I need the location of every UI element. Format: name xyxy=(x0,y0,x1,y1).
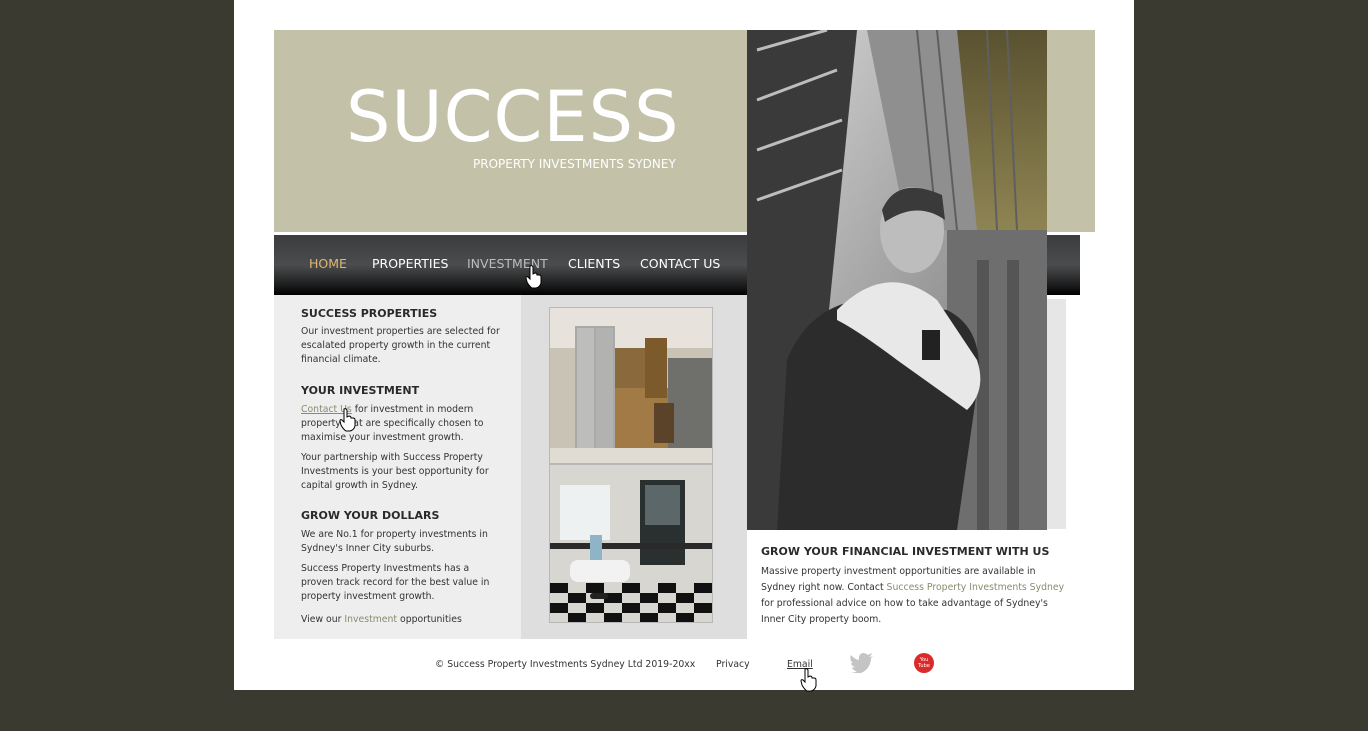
section-text-success-properties: Our investment properties are selected f… xyxy=(301,326,500,365)
privacy-link[interactable]: Privacy xyxy=(716,659,750,670)
section-text-partnership: Your partnership with Success Property I… xyxy=(301,452,489,491)
youtube-icon[interactable]: You Tube xyxy=(914,653,934,673)
kitchen-photo xyxy=(549,307,713,464)
hand-cursor-icon xyxy=(339,408,356,432)
section-title-grow-your-dollars: GROW YOUR DOLLARS xyxy=(301,509,440,522)
hand-cursor-icon xyxy=(525,265,542,289)
copyright-text: © Success Property Investments Sydney Lt… xyxy=(435,659,696,670)
view-prefix: View our xyxy=(301,614,345,625)
nav-home[interactable]: HOME xyxy=(309,256,347,271)
grow-financial-title: GROW YOUR FINANCIAL INVESTMENT WITH US xyxy=(761,545,1050,558)
hand-cursor-icon xyxy=(800,668,817,692)
section-title-your-investment: YOUR INVESTMENT xyxy=(301,384,420,397)
youtube-icon-label: You Tube xyxy=(918,657,930,669)
nav-contact-us[interactable]: CONTACT US xyxy=(640,256,720,271)
nav-clients[interactable]: CLIENTS xyxy=(568,256,620,271)
logo-subtitle: PROPERTY INVESTMENTS SYDNEY xyxy=(473,157,676,171)
photo-column xyxy=(521,295,747,639)
left-content: SUCCESS PROPERTIES Our investment proper… xyxy=(274,295,521,639)
section-text-your-investment: Contact Us for investment in modern prop… xyxy=(301,403,501,445)
nav-properties[interactable]: PROPERTIES xyxy=(372,256,448,271)
grow-financial-text: Massive property investment opportunitie… xyxy=(761,564,1071,628)
section-title-success-properties: SUCCESS PROPERTIES xyxy=(301,307,438,320)
section-text-view-investment: View our Investment opportunities xyxy=(301,613,501,627)
hero-frame xyxy=(1047,299,1066,529)
section-text-track-record: Success Property Investments has a prove… xyxy=(301,563,490,602)
section-text-grow-your-dollars: We are No.1 for property investments in … xyxy=(301,529,488,554)
view-suffix: opportunities xyxy=(397,614,462,625)
investment-link[interactable]: Investment xyxy=(344,614,397,625)
bathroom-photo xyxy=(549,464,713,623)
grow-text-after: for professional advice on how to take a… xyxy=(761,598,1048,625)
success-property-link[interactable]: Success Property Investments Sydney xyxy=(887,582,1065,593)
page: SUCCESS PROPERTY INVESTMENTS SYDNEY HOME… xyxy=(234,0,1134,692)
footer: © Success Property Investments Sydney Lt… xyxy=(234,650,1134,692)
twitter-icon[interactable] xyxy=(850,653,874,673)
logo-title[interactable]: SUCCESS xyxy=(346,82,680,152)
hero-businessman-photo xyxy=(747,30,1047,530)
